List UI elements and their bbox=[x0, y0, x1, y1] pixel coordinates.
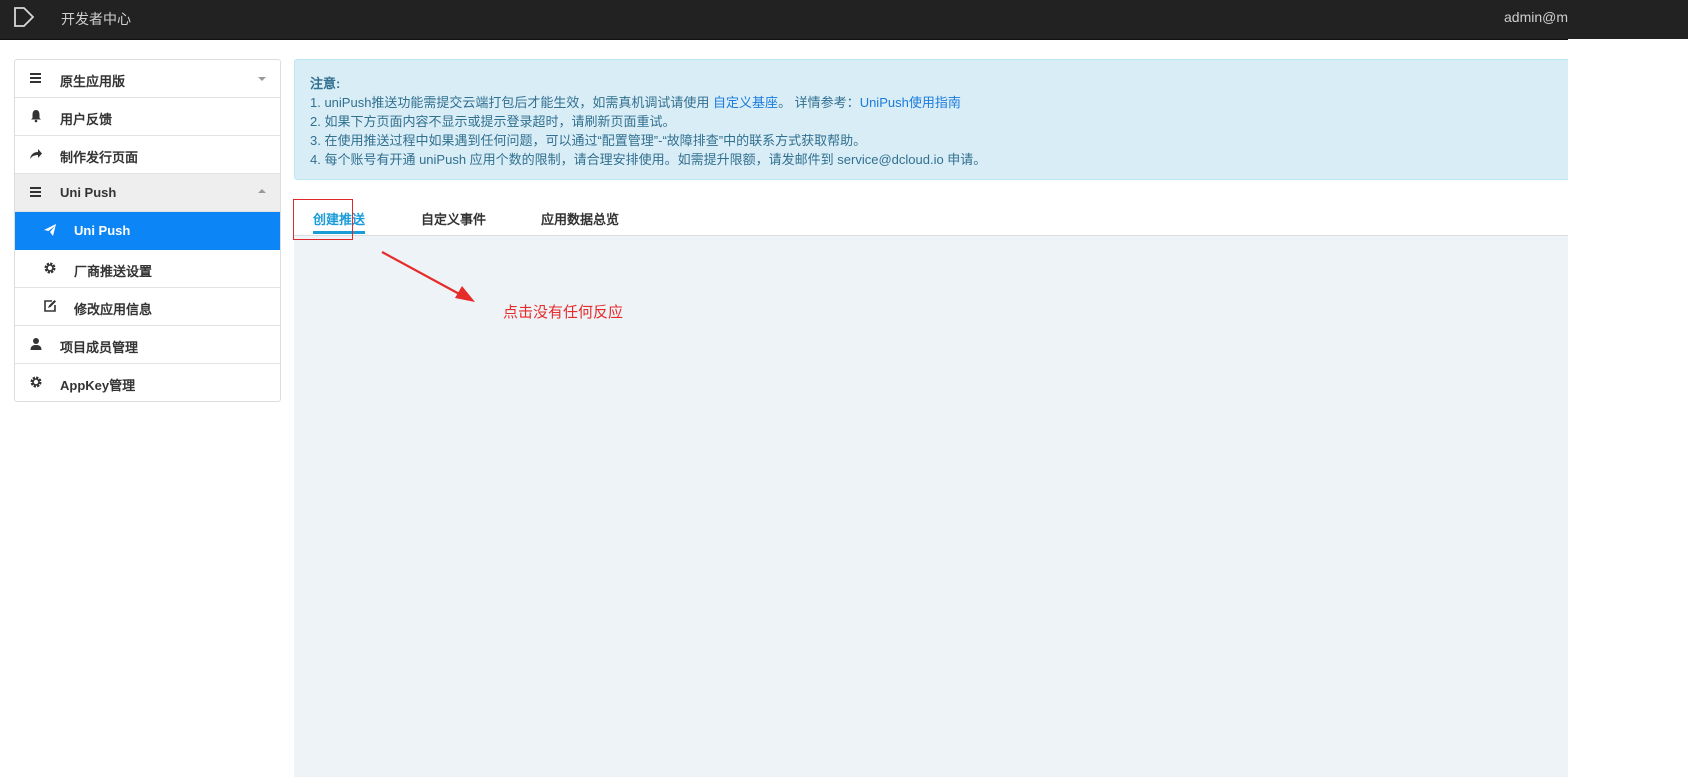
edit-icon bbox=[44, 300, 56, 312]
notice-title: 注意: bbox=[310, 76, 341, 91]
sidebar-item-feedback[interactable]: 用户反馈 bbox=[15, 98, 280, 136]
sidebar-item-label: Uni Push bbox=[60, 185, 117, 200]
brand-title[interactable]: 开发者中心 bbox=[61, 9, 131, 29]
sidebar-item-label: AppKey管理 bbox=[60, 378, 136, 393]
gear-icon bbox=[44, 262, 56, 274]
sidebar-item-uni-push[interactable]: Uni Push bbox=[15, 212, 280, 250]
annotation-highlight-box bbox=[293, 199, 353, 240]
sidebar-item-label: 修改应用信息 bbox=[74, 302, 153, 317]
user-account[interactable]: admin@mi bbox=[1504, 9, 1568, 25]
tab-bar: 创建推送 自定义事件 应用数据总览 bbox=[294, 200, 1568, 236]
annotation-arrow-icon bbox=[381, 251, 475, 302]
sidebar-item-label: 制作发行页面 bbox=[60, 150, 139, 165]
sidebar-item-appkey[interactable]: AppKey管理 bbox=[15, 364, 280, 401]
unipush-guide-link[interactable]: UniPush使用指南 bbox=[860, 95, 961, 110]
sidebar-item-label: 项目成员管理 bbox=[60, 340, 139, 355]
share-icon bbox=[30, 149, 42, 159]
gear-icon bbox=[30, 376, 42, 388]
sidebar-item-vendor-push-settings[interactable]: 厂商推送设置 bbox=[15, 250, 280, 288]
user-account-label: admin@mi bbox=[1504, 9, 1568, 25]
sidebar-item-edit-app-info[interactable]: 修改应用信息 bbox=[15, 288, 280, 326]
notice-line-3: 3. 在使用推送过程中如果遇到任何问题，可以通过“配置管理”-“故障排查”中的联… bbox=[310, 133, 867, 148]
send-icon bbox=[44, 224, 56, 236]
custom-base-link[interactable]: 自定义基座 bbox=[713, 95, 778, 110]
list-icon bbox=[30, 187, 41, 197]
caret-down-icon bbox=[258, 77, 266, 81]
top-navbar: 开发者中心 admin@mi bbox=[0, 0, 1688, 40]
sidebar-item-label: 厂商推送设置 bbox=[74, 264, 153, 279]
page-right-margin bbox=[1568, 39, 1688, 777]
sidebar-item-label: 用户反馈 bbox=[60, 112, 113, 127]
sidebar-item-label: 原生应用版 bbox=[60, 74, 126, 89]
bell-icon bbox=[31, 110, 41, 123]
sidebar-item-members[interactable]: 项目成员管理 bbox=[15, 326, 280, 364]
caret-up-icon bbox=[258, 189, 266, 193]
tab-content-panel bbox=[294, 236, 1568, 777]
sidebar-item-native-app[interactable]: 原生应用版 bbox=[15, 60, 280, 98]
list-icon bbox=[30, 73, 41, 83]
logo-icon[interactable] bbox=[12, 6, 36, 28]
notice-line-1-text: 1. uniPush推送功能需提交云端打包后才能生效，如需真机调试请使用 bbox=[310, 95, 714, 110]
notice-line-4: 4. 每个账号有开通 uniPush 应用个数的限制，请合理安排使用。如需提升限… bbox=[310, 152, 987, 167]
sidebar-item-uni-push-group[interactable]: Uni Push bbox=[15, 174, 280, 212]
sidebar-item-label: Uni Push bbox=[74, 223, 131, 238]
notice-line-1-mid: 。 详情参考： bbox=[778, 95, 860, 110]
tab-custom-events[interactable]: 自定义事件 bbox=[421, 209, 486, 228]
notice-alert: 注意: 1. uniPush推送功能需提交云端打包后才能生效，如需真机调试请使用… bbox=[294, 59, 1568, 180]
tab-app-data-overview[interactable]: 应用数据总览 bbox=[541, 209, 619, 228]
annotation-text: 点击没有任何反应 bbox=[503, 304, 624, 321]
user-icon bbox=[30, 338, 42, 350]
sidebar-nav: 原生应用版 用户反馈 制作发行页面 Uni Push Uni Push 厂商推送… bbox=[14, 59, 281, 402]
notice-line-1: 1. uniPush推送功能需提交云端打包后才能生效，如需真机调试请使用 自定义… bbox=[310, 93, 1553, 112]
notice-line-2: 2. 如果下方页面内容不显示或提示登录超时，请刷新页面重试。 bbox=[310, 114, 676, 129]
sidebar-item-release-page[interactable]: 制作发行页面 bbox=[15, 136, 280, 174]
